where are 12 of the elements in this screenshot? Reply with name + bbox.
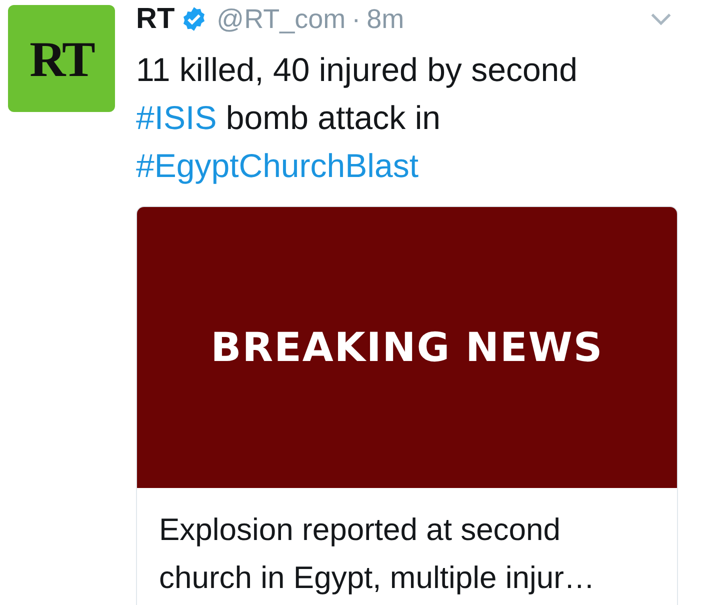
link-card[interactable]: BREAKING NEWS Explosion reported at second church in Egypt, multiple injur…	[136, 206, 678, 605]
card-title: Explosion reported at second church in Egypt, multiple injur…	[158, 511, 596, 597]
hashtag-link[interactable]: #EgyptChurchBlast	[136, 147, 418, 184]
separator-dot: ·	[352, 4, 361, 34]
tweet-text: 11 killed, 40 injured by second #ISIS bomb attack in #EgyptChurchBlast	[136, 50, 579, 186]
chevron-down-icon[interactable]	[650, 12, 672, 26]
tweet-time[interactable]: 8m	[366, 4, 404, 34]
breaking-news-text: BREAKING NEWS	[210, 324, 604, 370]
hashtag-link[interactable]: #ISIS	[136, 99, 217, 136]
account-handle[interactable]: @RT_com	[216, 4, 346, 34]
account-name[interactable]: RT	[136, 2, 175, 36]
avatar-logo[interactable]: RT	[8, 5, 115, 112]
